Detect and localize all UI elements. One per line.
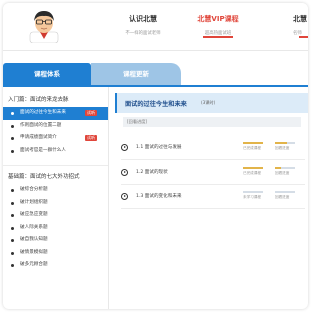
bullet-dot-icon bbox=[11, 226, 14, 230]
lesson-review-bar bbox=[275, 142, 295, 144]
tab-bar: 课程体系 课程更新 bbox=[3, 59, 308, 87]
sidebar-item-basic-1[interactable]: 破综合分析题 bbox=[3, 184, 108, 197]
lesson-review-caption: 回看进度 bbox=[275, 195, 290, 199]
lesson-title: 1.1 面试的过往与发展 bbox=[136, 145, 182, 150]
sidebar-item-lesson-1[interactable]: 面试的过往今生和未来 试听 bbox=[3, 107, 108, 120]
bullet-dot-icon bbox=[11, 214, 14, 217]
sidebar-item-basic-7[interactable]: 破多元顾合题 bbox=[3, 259, 108, 272]
nav-about-title: 认识北慧 bbox=[129, 15, 157, 23]
bullet-dot-icon bbox=[11, 149, 14, 153]
course-header: 面试的过往今生和未来 (3课时) bbox=[115, 93, 308, 113]
nav-vip-indicator bbox=[203, 36, 233, 38]
sidebar-item-basic-4[interactable]: 破人际关系题 bbox=[3, 222, 108, 235]
sidebar-item-lesson-4[interactable]: 面试考官是一群什么人 bbox=[3, 145, 108, 158]
top-header: 认识北慧 不一样的面试老师 北慧VIP课程 超高热面试班 北慧 名师 bbox=[3, 3, 308, 50]
sidebar-item-label: 破计划组织题 bbox=[20, 199, 48, 205]
sidebar-item-basic-3[interactable]: 破应急应变题 bbox=[3, 209, 108, 222]
tab-course-updates[interactable]: 课程更新 bbox=[91, 63, 181, 85]
lesson-progress-bar bbox=[243, 167, 263, 169]
lesson-row[interactable]: 1.1 面试的过往与发展 已完成课程 回看进度 bbox=[121, 142, 305, 160]
section-title-intro: 入门篇：面试的来龙去脉 bbox=[8, 97, 69, 103]
trial-badge: 试听 bbox=[85, 135, 97, 141]
lesson-review-caption: 回看进度 bbox=[275, 146, 290, 150]
sidebar-item-label: 破综合分析题 bbox=[20, 187, 48, 192]
nav-teacher[interactable]: 北慧 名师 bbox=[293, 14, 308, 36]
sidebar-item-basic-6[interactable]: 破情景模拟题 bbox=[3, 247, 108, 260]
nav-teacher-indicator bbox=[299, 36, 308, 38]
lesson-review-caption: 回看进度 bbox=[275, 171, 290, 175]
bullet-dot-icon bbox=[11, 264, 14, 267]
section-divider bbox=[3, 165, 108, 166]
sidebar-item-label: 破多元顾合题 bbox=[20, 262, 48, 267]
lesson-divider bbox=[121, 208, 305, 209]
sidebar-item-label: 作则面试的位置二题 bbox=[20, 122, 62, 128]
nav-about-sub: 不一样的面试老师 bbox=[125, 31, 161, 36]
sidebar-item-label: 面试的过往今生和未来 bbox=[20, 110, 66, 115]
lesson-progress-caption: 未学习课程 bbox=[243, 195, 261, 199]
play-circle-icon[interactable] bbox=[121, 169, 128, 176]
bullet-dot-icon bbox=[11, 137, 14, 140]
lesson-title: 1.2 面试的现状 bbox=[136, 170, 168, 175]
sidebar-item-label: 破自我认知题 bbox=[20, 237, 48, 242]
sidebar-item-lesson-2[interactable]: 作则面试的位置二题 bbox=[3, 120, 108, 133]
lesson-progress-caption: 已完成课程 bbox=[243, 146, 261, 150]
sidebar-item-label: 破人际关系题 bbox=[20, 224, 48, 230]
bullet-dot-icon bbox=[11, 201, 14, 205]
lesson-progress-bar bbox=[243, 191, 263, 193]
sidebar-item-lesson-3[interactable]: 申请成绩面试简介 试听 bbox=[3, 132, 108, 145]
nav-vip[interactable]: 北慧VIP课程 超高热面试班 bbox=[185, 14, 251, 36]
nav-teacher-title: 北慧 bbox=[293, 15, 307, 23]
header-divider bbox=[3, 50, 308, 51]
lesson-review-bar bbox=[275, 191, 295, 193]
lesson-row[interactable]: 1.2 面试的现状 已完成课程 回看进度 bbox=[121, 167, 305, 185]
teacher-avatar bbox=[29, 11, 59, 43]
play-circle-icon[interactable] bbox=[121, 193, 128, 200]
sidebar-item-label: 破情景模拟题 bbox=[20, 249, 48, 255]
lesson-title: 1.3 面试的变化和未来 bbox=[136, 194, 182, 199]
lesson-progress-caption: 已完成课程 bbox=[243, 171, 261, 175]
progress-review-label: [回看进度] bbox=[127, 119, 148, 124]
sidebar-item-label: 申请成绩面试简介 bbox=[20, 135, 57, 140]
lesson-divider bbox=[121, 159, 305, 160]
lesson-divider bbox=[121, 184, 305, 185]
trial-badge: 试听 bbox=[85, 110, 97, 116]
nav-about[interactable]: 认识北慧 不一样的面试老师 bbox=[107, 14, 179, 36]
play-circle-icon[interactable] bbox=[121, 144, 128, 151]
sidebar-item-basic-2[interactable]: 破计划组织题 bbox=[3, 197, 108, 210]
course-lesson-count: (3课时) bbox=[201, 100, 216, 105]
bullet-dot-icon bbox=[11, 239, 14, 242]
sidebar-item-label: 破应急应变题 bbox=[20, 212, 48, 217]
bullet-dot-icon bbox=[11, 251, 14, 255]
app-frame: 认识北慧 不一样的面试老师 北慧VIP课程 超高热面试班 北慧 名师 课程体系 … bbox=[3, 3, 308, 309]
tab-course-system[interactable]: 课程体系 bbox=[3, 63, 91, 85]
sidebar-item-basic-5[interactable]: 破自我认知题 bbox=[3, 234, 108, 247]
bullet-dot-icon bbox=[11, 112, 14, 115]
course-detail: 面试的过往今生和未来 (3课时) [回看进度] 1.1 面试的过往与发展 已完成… bbox=[115, 93, 308, 309]
sidebar-item-label: 面试考官是一群什么人 bbox=[20, 147, 66, 153]
lesson-progress-bar bbox=[243, 142, 263, 144]
bullet-dot-icon bbox=[11, 124, 14, 128]
course-title: 面试的过往今生和未来 bbox=[125, 101, 187, 108]
lesson-row[interactable]: 1.3 面试的变化和未来 未学习课程 回看进度 bbox=[121, 191, 305, 209]
course-sidebar: 入门篇：面试的来龙去脉 面试的过往今生和未来 试听 作则面试的位置二题 申请成绩… bbox=[3, 87, 109, 309]
section-title-basics: 基础篇：面试的七大外功招式 bbox=[8, 174, 80, 180]
nav-vip-title: 北慧VIP课程 bbox=[197, 15, 239, 23]
bullet-dot-icon bbox=[11, 189, 14, 192]
lesson-review-bar bbox=[275, 167, 295, 169]
progress-review-box[interactable]: [回看进度] bbox=[123, 117, 301, 127]
